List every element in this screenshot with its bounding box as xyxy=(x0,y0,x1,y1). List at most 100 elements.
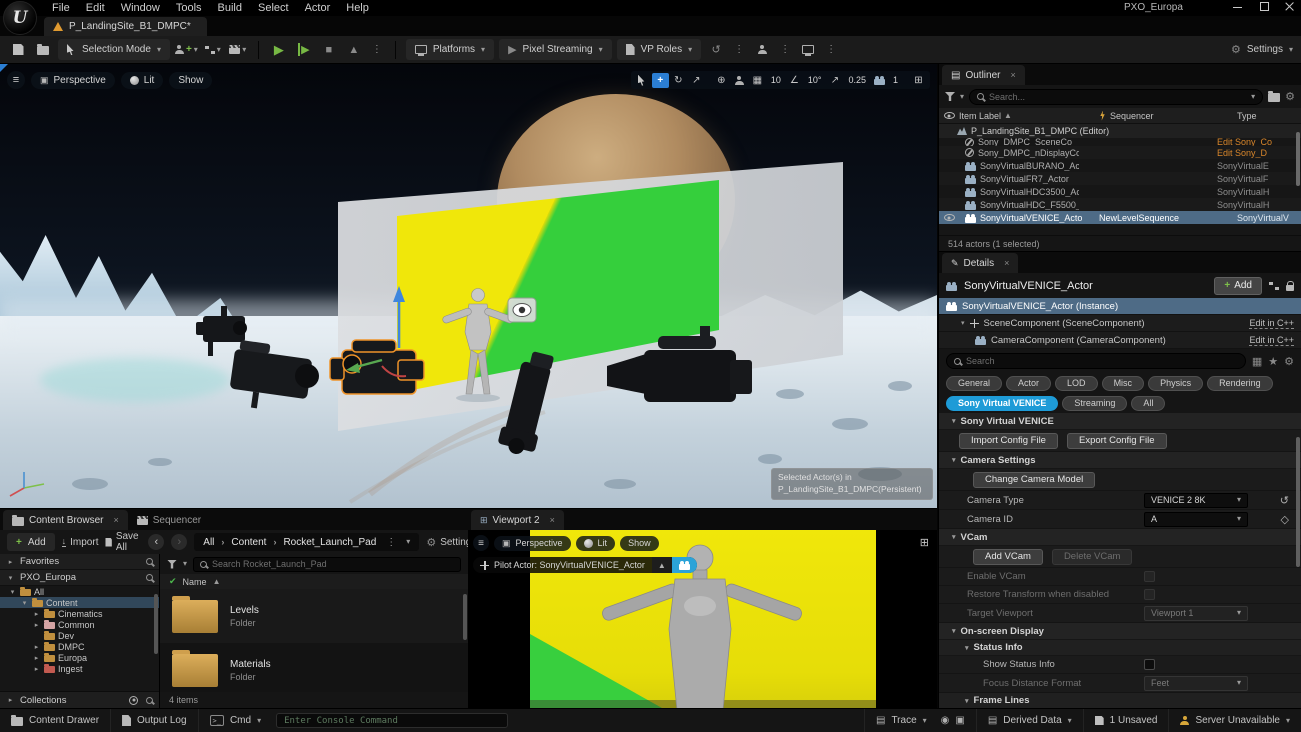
filter-chip-streaming[interactable]: Streaming xyxy=(1062,396,1127,411)
save-all-button[interactable]: Save All xyxy=(105,531,141,553)
hierarchy-icon[interactable] xyxy=(1269,281,1279,291)
breadcrumb-all[interactable]: All xyxy=(203,537,214,548)
edit-in-cpp-link[interactable]: Edit in C++ xyxy=(1249,318,1294,329)
level-tab[interactable]: P_LandingSite_B1_DMPC* xyxy=(44,17,207,36)
surface-snap-toggle[interactable] xyxy=(731,73,748,88)
lit-dropdown[interactable]: Lit xyxy=(576,536,616,551)
asset-scrollbar[interactable] xyxy=(463,594,467,640)
main-viewport[interactable]: ≡ ▣Perspective Lit Show + ↻ ↗ ⊕ ▦ 10 ∠ 1… xyxy=(0,64,937,508)
stop-button[interactable]: ■ xyxy=(319,40,339,60)
table-row[interactable]: SonyVirtualFR7_Actor SonyVirtualF xyxy=(939,172,1301,185)
component-row[interactable]: ▾ SceneComponent (SceneComponent) Edit i… xyxy=(939,315,1301,332)
sequencer-column[interactable]: Sequencer xyxy=(1099,111,1237,121)
menu-tools[interactable]: Tools xyxy=(168,1,210,15)
show-dropdown[interactable]: Show xyxy=(169,72,212,89)
target-viewport-dropdown[interactable]: Viewport 1▾ xyxy=(1144,606,1248,621)
take-recorder-button[interactable]: ↺ xyxy=(706,40,726,60)
breadcrumb-content[interactable]: Content xyxy=(231,537,266,548)
grid-snap-value[interactable]: 10 xyxy=(767,75,785,85)
content-browser-button[interactable] xyxy=(33,40,53,60)
scale-snap-toggle[interactable]: ↗ xyxy=(826,73,843,88)
filter-chip-physics[interactable]: Physics xyxy=(1148,376,1203,391)
camera-speed-button[interactable] xyxy=(871,73,888,88)
rotation-snap-value[interactable]: 10° xyxy=(804,75,826,85)
move-tool[interactable]: + xyxy=(652,73,669,88)
filter-chip-misc[interactable]: Misc xyxy=(1102,376,1145,391)
menu-window[interactable]: Window xyxy=(113,1,168,15)
menu-actor[interactable]: Actor xyxy=(297,1,339,15)
show-dropdown[interactable]: Show xyxy=(620,536,659,551)
edit-in-cpp-link[interactable]: Edit in C++ xyxy=(1249,335,1294,346)
perspective-dropdown[interactable]: ▣Perspective xyxy=(31,72,115,89)
outliner-search-input[interactable]: Search... ▾ xyxy=(969,89,1263,105)
rotation-snap-toggle[interactable]: ∠ xyxy=(786,73,803,88)
tree-scrollbar[interactable] xyxy=(154,594,158,654)
viewport-menu-button[interactable]: ≡ xyxy=(473,535,489,551)
menu-select[interactable]: Select xyxy=(250,1,297,15)
component-row[interactable]: CameraComponent (CameraComponent) Edit i… xyxy=(939,332,1301,349)
select-tool[interactable] xyxy=(634,73,651,88)
lock-icon[interactable] xyxy=(1286,285,1294,291)
details-search-input[interactable]: Search xyxy=(946,353,1246,369)
table-row-selected[interactable]: SonyVirtualVENICE_Acto NewLevelSequence … xyxy=(939,211,1301,224)
table-row[interactable]: Sony_DMPC_SceneCo Edit Sony_Co xyxy=(939,138,1301,146)
section-camera-settings[interactable]: ▾Camera Settings xyxy=(939,452,1301,469)
close-icon[interactable]: × xyxy=(1010,70,1015,80)
filter-icon[interactable] xyxy=(945,92,955,101)
add-button[interactable]: + Add xyxy=(7,533,55,551)
asset-item-materials[interactable]: MaterialsFolder xyxy=(160,643,468,692)
close-icon[interactable] xyxy=(1285,1,1295,11)
tree-item-europa[interactable]: ▸Europa xyxy=(0,652,159,663)
table-row[interactable]: SonyVirtualHDC_F5500_ SonyVirtualH xyxy=(939,198,1301,211)
grid-snap-toggle[interactable]: ▦ xyxy=(749,73,766,88)
back-button[interactable]: ‹ xyxy=(148,534,164,550)
menu-file[interactable]: File xyxy=(44,1,78,15)
output-log-button[interactable]: Output Log xyxy=(111,709,198,732)
camera-id-dropdown[interactable]: A▾ xyxy=(1144,512,1248,527)
add-actor-button[interactable]: +▾ xyxy=(175,40,198,60)
tab-details[interactable]: ✎ Details × xyxy=(942,253,1018,273)
camera-view-toggle[interactable] xyxy=(672,557,697,573)
filter-chip-lod[interactable]: LOD xyxy=(1055,376,1098,391)
selection-mode-dropdown[interactable]: Selection Mode ▾ xyxy=(58,39,170,60)
tree-item-dev[interactable]: Dev xyxy=(0,630,159,641)
project-header[interactable]: ▾ PXO_Europa xyxy=(0,570,159,586)
table-row[interactable]: SonyVirtualHDC3500_Ac SonyVirtualH xyxy=(939,185,1301,198)
focus-distance-format-dropdown[interactable]: Feet▾ xyxy=(1144,676,1248,691)
play-options-kebab[interactable]: ⋮ xyxy=(369,44,385,55)
table-row[interactable]: SonyVirtualBURANO_Act SonyVirtualE xyxy=(939,159,1301,172)
play-button[interactable]: ▶ xyxy=(269,40,289,60)
unsaved-button[interactable]: 1 Unsaved xyxy=(1083,709,1169,732)
content-search-input[interactable]: Search Rocket_Launch_Pad xyxy=(193,557,461,572)
tree-item-common[interactable]: ▸Common xyxy=(0,619,159,630)
import-config-button[interactable]: Import Config File xyxy=(959,433,1058,449)
filter-chip-rendering[interactable]: Rendering xyxy=(1207,376,1273,391)
skip-button[interactable]: ▶ xyxy=(294,40,314,60)
asset-item-levels[interactable]: LevelsFolder xyxy=(160,589,468,643)
table-row[interactable]: Sony_DMPC_nDisplayCo Edit Sony_D xyxy=(939,146,1301,159)
export-config-button[interactable]: Export Config File xyxy=(1067,433,1167,449)
new-folder-icon[interactable] xyxy=(1268,93,1280,102)
quad-view-button[interactable]: ⊞ xyxy=(920,536,929,549)
world-space-toggle[interactable]: ⊕ xyxy=(713,73,730,88)
section-vcam[interactable]: ▾VCam xyxy=(939,529,1301,546)
stage-monitor-kebab[interactable]: ⋮ xyxy=(823,44,839,55)
tab-sequencer[interactable]: Sequencer xyxy=(128,510,210,530)
trace-dropdown[interactable]: ▤ Trace ▾ ◉ ▣ xyxy=(864,709,976,732)
tree-item-dmpc[interactable]: ▸DMPC xyxy=(0,641,159,652)
maximize-icon[interactable] xyxy=(1259,1,1269,11)
outliner-settings-icon[interactable]: ⚙ xyxy=(1285,90,1295,103)
delete-vcam-button[interactable]: Delete VCam xyxy=(1052,549,1133,565)
unreal-logo[interactable]: U xyxy=(3,1,37,35)
stage-monitor-button[interactable] xyxy=(798,40,818,60)
console-command-input[interactable] xyxy=(276,713,508,728)
section-on-screen-display[interactable]: ▾On-screen Display xyxy=(939,623,1301,640)
viewport-menu-button[interactable]: ≡ xyxy=(7,71,25,89)
change-camera-model-button[interactable]: Change Camera Model xyxy=(973,472,1095,488)
close-icon[interactable]: × xyxy=(550,515,555,525)
perspective-dropdown[interactable]: ▣Perspective xyxy=(494,536,571,551)
visibility-column-icon[interactable] xyxy=(944,112,955,119)
tab-viewport2[interactable]: ⊞ Viewport 2 × xyxy=(471,510,564,530)
show-status-info-checkbox[interactable] xyxy=(1144,659,1155,670)
pilot-actor-bar[interactable]: Pilot Actor: SonyVirtualVENICE_Actor ▲ xyxy=(473,557,697,573)
